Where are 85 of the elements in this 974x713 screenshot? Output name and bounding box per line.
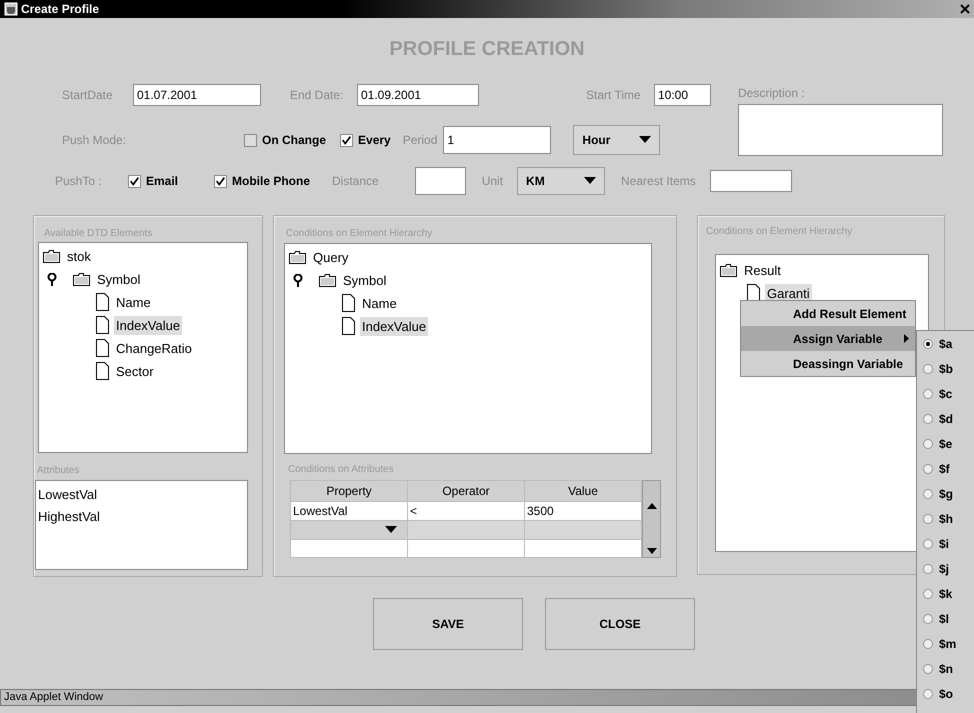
- scroll-up-icon: [646, 503, 656, 509]
- tree-item[interactable]: Name: [114, 292, 153, 312]
- field-label: Start Time: [586, 87, 642, 104]
- checkbox[interactable]: [128, 174, 141, 188]
- menu-item[interactable]: Deassingn Variable: [741, 351, 915, 376]
- text-field[interactable]: 1: [443, 126, 552, 154]
- dropdown[interactable]: KM: [517, 167, 606, 195]
- checkbox-label: Every: [358, 132, 391, 149]
- radio-menu-item[interactable]: $j: [917, 556, 974, 581]
- field-label: End Date:: [290, 87, 344, 104]
- property-dropdown[interactable]: [290, 520, 408, 539]
- folder-icon: [43, 249, 61, 264]
- field-label: StartDate: [62, 87, 114, 104]
- folder-icon: [289, 250, 307, 265]
- document-icon: [341, 294, 356, 313]
- tree-item[interactable]: IndexValue: [114, 316, 182, 336]
- date-field[interactable]: 01.07.2001: [133, 84, 261, 106]
- text-field[interactable]: [414, 167, 466, 195]
- date-field[interactable]: 01.09.2001: [357, 84, 479, 106]
- list-item[interactable]: HighestVal: [36, 507, 247, 529]
- tree-item[interactable]: Symbol: [95, 270, 142, 290]
- field-label: Description :: [738, 85, 806, 102]
- document-icon: [95, 316, 110, 335]
- radio-menu-item[interactable]: $i: [917, 531, 974, 556]
- list-item[interactable]: LowestVal: [36, 485, 247, 507]
- folder-icon: [319, 273, 337, 288]
- folder-icon: [720, 263, 738, 278]
- dropdown-arrow-icon: [584, 177, 596, 185]
- tree-item[interactable]: Symbol: [341, 270, 388, 290]
- radio-menu-item[interactable]: $b: [917, 356, 974, 381]
- description-field[interactable]: [738, 104, 943, 156]
- column-header: Operator: [408, 480, 524, 502]
- field-label: Nearest Items: [621, 173, 696, 190]
- radio-menu-item[interactable]: $m: [917, 631, 974, 656]
- dropdown-arrow-icon: [385, 526, 397, 534]
- folder-icon: [73, 272, 91, 287]
- field-label: Period: [402, 132, 438, 149]
- document-icon: [95, 339, 110, 358]
- radio-menu-item[interactable]: $k: [917, 581, 974, 606]
- radio-menu-item[interactable]: $n: [917, 656, 974, 681]
- dialog-button[interactable]: CLOSE: [545, 598, 695, 650]
- text-field[interactable]: [710, 170, 792, 192]
- checkbox-label: On Change: [262, 132, 326, 149]
- tree-item[interactable]: Sector: [114, 362, 156, 382]
- checkbox[interactable]: [244, 134, 257, 146]
- field-label: Distance: [332, 173, 379, 190]
- checkbox[interactable]: [340, 134, 354, 146]
- checkbox-label: Mobile Phone: [232, 173, 310, 190]
- radio-menu-item[interactable]: $d: [917, 406, 974, 431]
- time-field[interactable]: 10:00: [654, 84, 711, 106]
- tree-item[interactable]: ChangeRatio: [114, 338, 194, 358]
- menu-item[interactable]: Add Result Element: [741, 301, 915, 326]
- app-icon: [4, 2, 18, 16]
- document-icon: [746, 284, 761, 303]
- scroll-bar[interactable]: [642, 480, 661, 558]
- radio-menu-item[interactable]: $h: [917, 506, 974, 531]
- document-icon: [95, 293, 110, 312]
- radio-menu-item[interactable]: $o: [917, 681, 974, 706]
- tree-item[interactable]: IndexValue: [360, 316, 428, 336]
- dropdown[interactable]: Hour: [573, 125, 660, 155]
- field-label: PushTo :: [55, 173, 103, 190]
- radio-menu-item[interactable]: $c: [917, 381, 974, 406]
- document-icon: [95, 362, 110, 381]
- field-label: Push Mode:: [62, 132, 128, 149]
- window-title: Create Profile: [21, 1, 100, 18]
- menu-item[interactable]: Assign Variable: [741, 326, 915, 351]
- document-icon: [341, 317, 356, 336]
- tree-item[interactable]: stok: [65, 246, 93, 266]
- dropdown-arrow-icon: [639, 136, 652, 144]
- column-header: Value: [524, 480, 642, 502]
- field-label: Unit: [482, 173, 504, 190]
- tree-item[interactable]: Query: [311, 248, 350, 268]
- checkbox-label: Email: [146, 173, 178, 190]
- radio-menu-item[interactable]: $l: [917, 606, 974, 631]
- radio-menu-item[interactable]: $f: [917, 456, 974, 481]
- radio-menu-item[interactable]: $g: [917, 481, 974, 506]
- close-icon: [960, 4, 970, 14]
- radio-menu-item[interactable]: $e: [917, 431, 974, 456]
- column-header: Property: [290, 480, 408, 502]
- scroll-down-icon: [646, 548, 656, 554]
- tree-item[interactable]: Result: [742, 260, 783, 280]
- tree-item[interactable]: Name: [360, 294, 399, 314]
- dialog-button[interactable]: SAVE: [373, 598, 523, 650]
- checkbox[interactable]: [214, 174, 228, 188]
- radio-menu-item[interactable]: $a: [917, 331, 974, 356]
